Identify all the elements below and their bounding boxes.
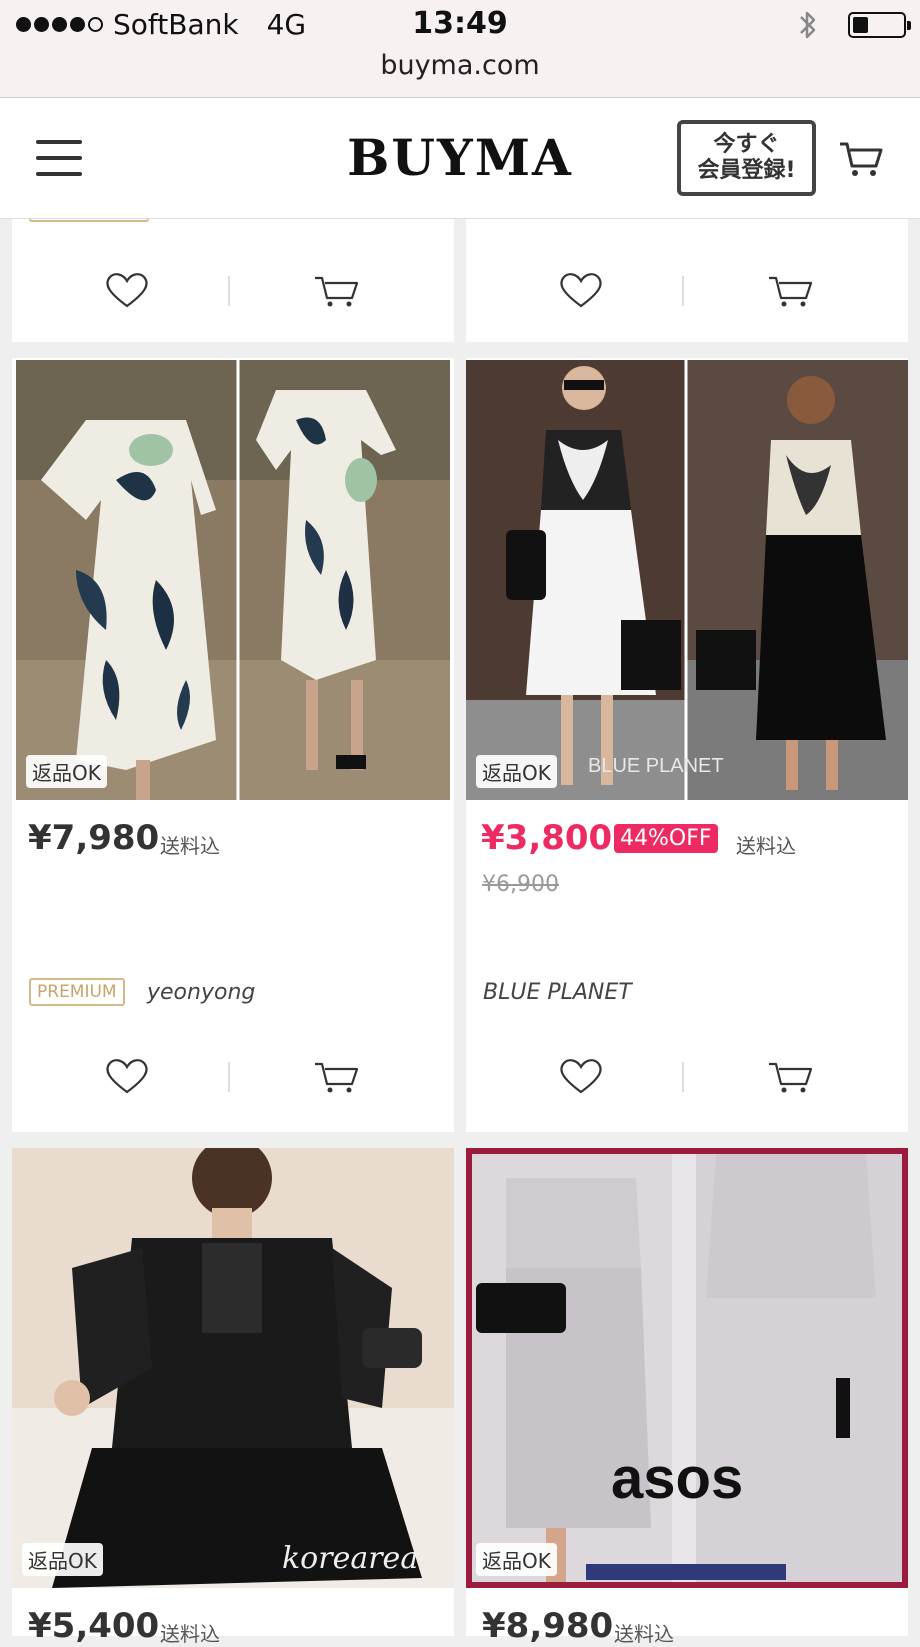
shop-name[interactable]: yeonyong	[147, 980, 255, 1005]
discount-badge: 44%OFF	[614, 824, 718, 853]
cart-icon[interactable]	[312, 1056, 362, 1096]
product-price: ¥8,980	[482, 1606, 614, 1646]
shipping-label: 送料込	[736, 834, 796, 858]
product-card[interactable]: korearea 返品OK ¥5,400 送料込	[12, 1148, 454, 1646]
dress-photo	[16, 360, 450, 800]
return-badge: 返品OK	[476, 1543, 557, 1576]
return-badge: 返品OK	[22, 1543, 103, 1576]
image-watermark: asos	[611, 1446, 743, 1511]
heart-icon[interactable]	[556, 270, 606, 310]
status-bar: SoftBank 4G 13:49 buyma.com	[0, 0, 920, 98]
product-image[interactable]: BLUE PLANET 返品OK	[466, 360, 908, 800]
dress-photo: asos	[466, 1148, 908, 1588]
cart-icon[interactable]	[312, 270, 362, 310]
divider	[682, 276, 684, 306]
heart-icon[interactable]	[102, 1056, 152, 1096]
image-watermark: BLUE PLANET	[588, 755, 724, 777]
register-button[interactable]: 今すぐ 会員登録!	[677, 120, 816, 196]
shipping-label: 送料込	[614, 1622, 674, 1646]
product-card[interactable]: asos 返品OK ¥8,980 送料込	[466, 1148, 908, 1646]
original-price: ¥6,900	[482, 872, 559, 897]
shipping-label: 送料込	[160, 1622, 220, 1646]
product-card	[466, 210, 908, 342]
product-card[interactable]: BLUE PLANET 返品OK ¥3,800 44%OFF 送料込 ¥6,90…	[466, 358, 908, 1132]
app-header: BUYMA 今すぐ 会員登録!	[0, 98, 920, 218]
product-image[interactable]: asos 返品OK	[466, 1148, 908, 1588]
url-bar[interactable]: buyma.com	[0, 50, 920, 81]
product-image[interactable]: korearea 返品OK	[12, 1148, 454, 1588]
register-line-1: 今すぐ	[713, 132, 780, 157]
shipping-label: 送料込	[160, 834, 220, 858]
heart-icon[interactable]	[556, 1056, 606, 1096]
product-image[interactable]: 返品OK	[16, 360, 450, 800]
cart-icon[interactable]	[766, 270, 816, 310]
product-card	[12, 210, 454, 342]
divider	[682, 1062, 684, 1092]
divider	[228, 1062, 230, 1092]
dress-photo: korearea	[12, 1148, 454, 1588]
product-price: ¥5,400	[28, 1606, 160, 1646]
cart-icon[interactable]	[838, 138, 884, 178]
image-watermark: korearea	[282, 1541, 418, 1576]
return-badge: 返品OK	[476, 755, 557, 788]
register-line-2: 会員登録!	[697, 158, 796, 183]
bluetooth-icon	[800, 11, 816, 39]
battery-icon	[848, 12, 911, 38]
return-badge: 返品OK	[26, 755, 107, 788]
clock: 13:49	[412, 6, 508, 41]
shop-name[interactable]: BLUE PLANET	[483, 980, 632, 1005]
premium-badge: PREMIUM	[29, 978, 125, 1006]
product-card[interactable]: 返品OK ¥7,980 送料込 PREMIUM yeonyong	[12, 358, 454, 1132]
divider	[228, 276, 230, 306]
product-price: ¥7,980	[28, 818, 160, 858]
heart-icon[interactable]	[102, 270, 152, 310]
product-price: ¥3,800	[481, 818, 613, 858]
dress-photo: BLUE PLANET	[466, 360, 908, 800]
cart-icon[interactable]	[766, 1056, 816, 1096]
